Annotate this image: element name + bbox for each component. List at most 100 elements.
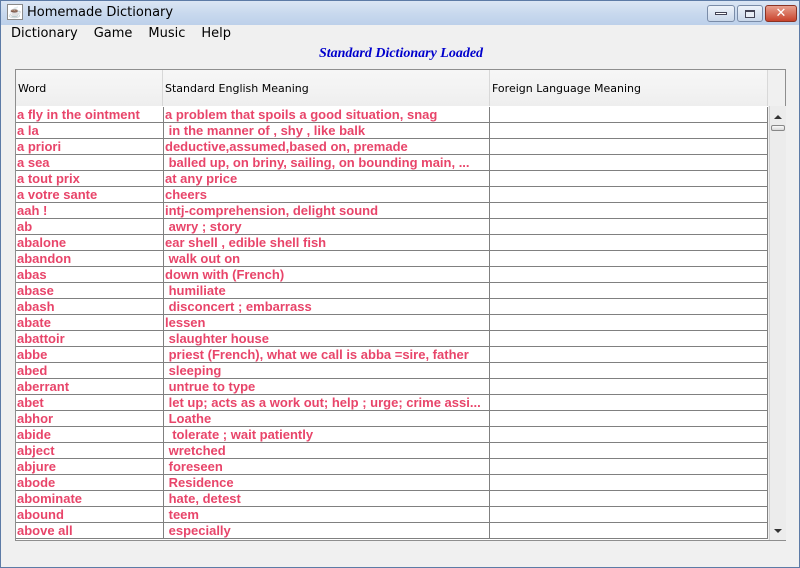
foreign-meaning-cell[interactable] xyxy=(490,459,768,474)
word-cell[interactable]: above all xyxy=(16,523,164,538)
word-cell[interactable]: a sea xyxy=(16,155,164,170)
word-cell[interactable]: a tout prix xyxy=(16,171,164,186)
table-row[interactable]: abalone ear shell , edible shell fish xyxy=(16,235,768,251)
maximize-button[interactable] xyxy=(737,5,763,22)
english-meaning-cell[interactable]: teem xyxy=(164,507,490,522)
table-row[interactable]: abate lessen xyxy=(16,315,768,331)
foreign-meaning-cell[interactable] xyxy=(490,363,768,378)
word-cell[interactable]: a votre sante xyxy=(16,187,164,202)
table-row[interactable]: a la in the manner of , shy , like balk xyxy=(16,123,768,139)
menu-music[interactable]: Music xyxy=(139,25,192,43)
word-cell[interactable]: abject xyxy=(16,443,164,458)
foreign-meaning-cell[interactable] xyxy=(490,395,768,410)
english-meaning-cell[interactable]: slaughter house xyxy=(164,331,490,346)
foreign-meaning-cell[interactable] xyxy=(490,523,768,538)
foreign-meaning-cell[interactable] xyxy=(490,491,768,506)
foreign-meaning-cell[interactable] xyxy=(490,475,768,490)
menu-game[interactable]: Game xyxy=(85,25,140,43)
scroll-down-button[interactable] xyxy=(770,524,786,538)
vertical-scrollbar[interactable] xyxy=(769,106,786,540)
english-meaning-cell[interactable]: untrue to type xyxy=(164,379,490,394)
table-row[interactable]: abhor Loathe xyxy=(16,411,768,427)
table-row[interactable]: aberrant untrue to type xyxy=(16,379,768,395)
table-row[interactable]: abbe priest (French), what we call is ab… xyxy=(16,347,768,363)
word-cell[interactable]: abominate xyxy=(16,491,164,506)
scroll-up-button[interactable] xyxy=(770,110,786,124)
word-cell[interactable]: abbe xyxy=(16,347,164,362)
table-row[interactable]: a priori deductive,assumed,based on, prem… xyxy=(16,139,768,155)
foreign-meaning-cell[interactable] xyxy=(490,507,768,522)
table-row[interactable]: aah ! intj-comprehension, delight sound xyxy=(16,203,768,219)
english-meaning-cell[interactable]: balled up, on briny, sailing, on boundin… xyxy=(164,155,490,170)
table-row[interactable]: a votre sante cheers xyxy=(16,187,768,203)
column-header-english-meaning[interactable]: Standard English Meaning xyxy=(163,70,490,106)
english-meaning-cell[interactable]: deductive,assumed,based on, premade xyxy=(164,139,490,154)
foreign-meaning-cell[interactable] xyxy=(490,155,768,170)
foreign-meaning-cell[interactable] xyxy=(490,203,768,218)
english-meaning-cell[interactable]: Loathe xyxy=(164,411,490,426)
minimize-button[interactable] xyxy=(707,5,735,22)
foreign-meaning-cell[interactable] xyxy=(490,331,768,346)
table-row[interactable]: abas down with (French) xyxy=(16,267,768,283)
foreign-meaning-cell[interactable] xyxy=(490,251,768,266)
table-row[interactable]: a fly in the ointment a problem that spoi… xyxy=(16,107,768,123)
english-meaning-cell[interactable]: let up; acts as a work out; help ; urge;… xyxy=(164,395,490,410)
english-meaning-cell[interactable]: tolerate ; wait patiently xyxy=(164,427,490,442)
english-meaning-cell[interactable]: Residence xyxy=(164,475,490,490)
scroll-thumb[interactable] xyxy=(771,125,785,131)
title-bar[interactable]: ☕ Homemade Dictionary ✕ xyxy=(1,1,799,25)
english-meaning-cell[interactable]: awry ; story xyxy=(164,219,490,234)
foreign-meaning-cell[interactable] xyxy=(490,107,768,122)
english-meaning-cell[interactable]: hate, detest xyxy=(164,491,490,506)
close-button[interactable]: ✕ xyxy=(765,5,797,22)
word-cell[interactable]: abase xyxy=(16,283,164,298)
english-meaning-cell[interactable]: down with (French) xyxy=(164,267,490,282)
table-row[interactable]: abandon walk out on xyxy=(16,251,768,267)
foreign-meaning-cell[interactable] xyxy=(490,219,768,234)
foreign-meaning-cell[interactable] xyxy=(490,187,768,202)
table-row[interactable]: abominate hate, detest xyxy=(16,491,768,507)
foreign-meaning-cell[interactable] xyxy=(490,443,768,458)
foreign-meaning-cell[interactable] xyxy=(490,411,768,426)
menu-help[interactable]: Help xyxy=(192,25,238,43)
english-meaning-cell[interactable]: especially xyxy=(164,523,490,538)
table-row[interactable]: above all especially xyxy=(16,523,768,539)
word-cell[interactable]: aberrant xyxy=(16,379,164,394)
foreign-meaning-cell[interactable] xyxy=(490,379,768,394)
table-row[interactable]: abattoir slaughter house xyxy=(16,331,768,347)
word-cell[interactable]: a la xyxy=(16,123,164,138)
english-meaning-cell[interactable]: cheers xyxy=(164,187,490,202)
english-meaning-cell[interactable]: at any price xyxy=(164,171,490,186)
word-cell[interactable]: abash xyxy=(16,299,164,314)
word-cell[interactable]: abjure xyxy=(16,459,164,474)
table-row[interactable]: abound teem xyxy=(16,507,768,523)
english-meaning-cell[interactable]: a problem that spoils a good situation, … xyxy=(164,107,490,122)
foreign-meaning-cell[interactable] xyxy=(490,139,768,154)
word-cell[interactable]: abalone xyxy=(16,235,164,250)
word-cell[interactable]: abate xyxy=(16,315,164,330)
column-header-foreign-meaning[interactable]: Foreign Language Meaning xyxy=(490,70,768,106)
table-row[interactable]: abet let up; acts as a work out; help ; … xyxy=(16,395,768,411)
word-cell[interactable]: abhor xyxy=(16,411,164,426)
table-row[interactable]: abash disconcert ; embarrass xyxy=(16,299,768,315)
english-meaning-cell[interactable]: sleeping xyxy=(164,363,490,378)
menu-dictionary[interactable]: Dictionary xyxy=(2,25,85,43)
word-cell[interactable]: abandon xyxy=(16,251,164,266)
foreign-meaning-cell[interactable] xyxy=(490,267,768,282)
table-row[interactable]: abase humiliate xyxy=(16,283,768,299)
word-cell[interactable]: abed xyxy=(16,363,164,378)
english-meaning-cell[interactable]: walk out on xyxy=(164,251,490,266)
column-header-word[interactable]: Word xyxy=(16,70,163,106)
foreign-meaning-cell[interactable] xyxy=(490,315,768,330)
table-row[interactable]: abjure foreseen xyxy=(16,459,768,475)
word-cell[interactable]: abide xyxy=(16,427,164,442)
table-row[interactable]: a tout prix at any price xyxy=(16,171,768,187)
table-row[interactable]: abject wretched xyxy=(16,443,768,459)
word-cell[interactable]: abattoir xyxy=(16,331,164,346)
english-meaning-cell[interactable]: priest (French), what we call is abba =s… xyxy=(164,347,490,362)
foreign-meaning-cell[interactable] xyxy=(490,283,768,298)
word-cell[interactable]: abound xyxy=(16,507,164,522)
english-meaning-cell[interactable]: disconcert ; embarrass xyxy=(164,299,490,314)
english-meaning-cell[interactable]: foreseen xyxy=(164,459,490,474)
table-row[interactable]: abode Residence xyxy=(16,475,768,491)
